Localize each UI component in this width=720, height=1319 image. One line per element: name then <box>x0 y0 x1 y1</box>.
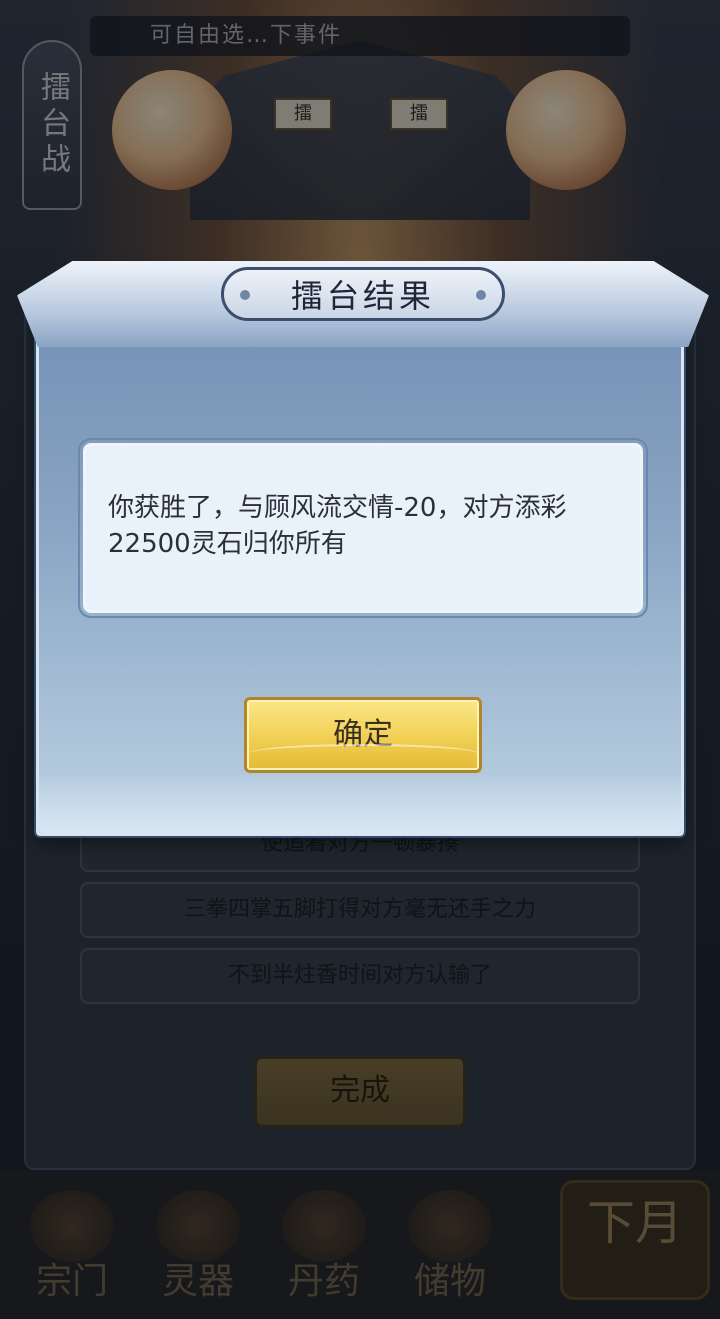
dialog-title-frame: 擂台结果 <box>221 267 505 321</box>
dialog-footer-decoration <box>39 773 681 833</box>
result-message-box: 你获胜了，与顾风流交情-20，对方添彩22500灵石归你所有 <box>78 438 648 618</box>
title-dot-right <box>476 290 486 300</box>
dialog-title: 擂台结果 <box>290 277 435 315</box>
button-wave-decoration <box>247 744 479 764</box>
arena-result-dialog: 擂台结果 你获胜了，与顾风流交情-20，对方添彩22500灵石归你所有 确定 <box>17 261 709 836</box>
title-dot-left <box>240 290 250 300</box>
confirm-button[interactable]: 确定 <box>244 697 482 773</box>
result-message: 你获胜了，与顾风流交情-20，对方添彩22500灵石归你所有 <box>108 493 567 559</box>
